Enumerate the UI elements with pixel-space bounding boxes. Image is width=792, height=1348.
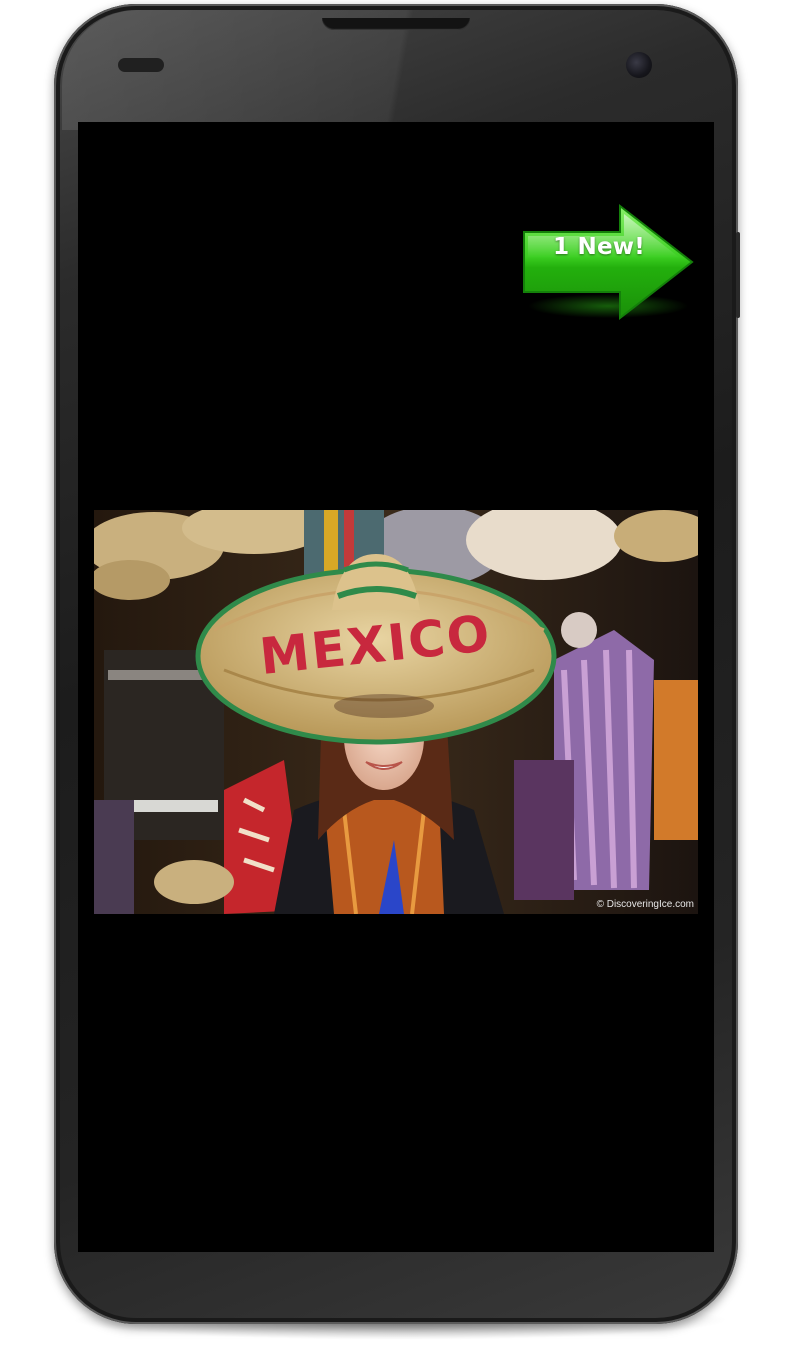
featured-photo[interactable]: MEXICO © DiscoveringIce.com	[94, 510, 698, 914]
green-arrow-right-icon	[523, 203, 694, 321]
app-content: 1 New! MEXICO © DiscoveringIce.com	[94, 172, 698, 1252]
new-notification-label: 1 New!	[553, 234, 645, 260]
phone-screen: 1 New! MEXICO © DiscoveringIce.com	[78, 122, 714, 1252]
new-notification-button[interactable]: 1 New!	[520, 202, 696, 322]
power-button[interactable]	[736, 232, 740, 318]
earpiece-speaker	[322, 18, 470, 30]
woman-in-sombrero-image: MEXICO	[94, 510, 698, 914]
front-camera-icon	[626, 52, 652, 78]
device-frame-stage: 1 New! MEXICO © DiscoveringIce.com	[0, 0, 792, 1348]
photo-watermark: © DiscoveringIce.com	[596, 899, 694, 910]
proximity-sensor	[118, 58, 164, 72]
